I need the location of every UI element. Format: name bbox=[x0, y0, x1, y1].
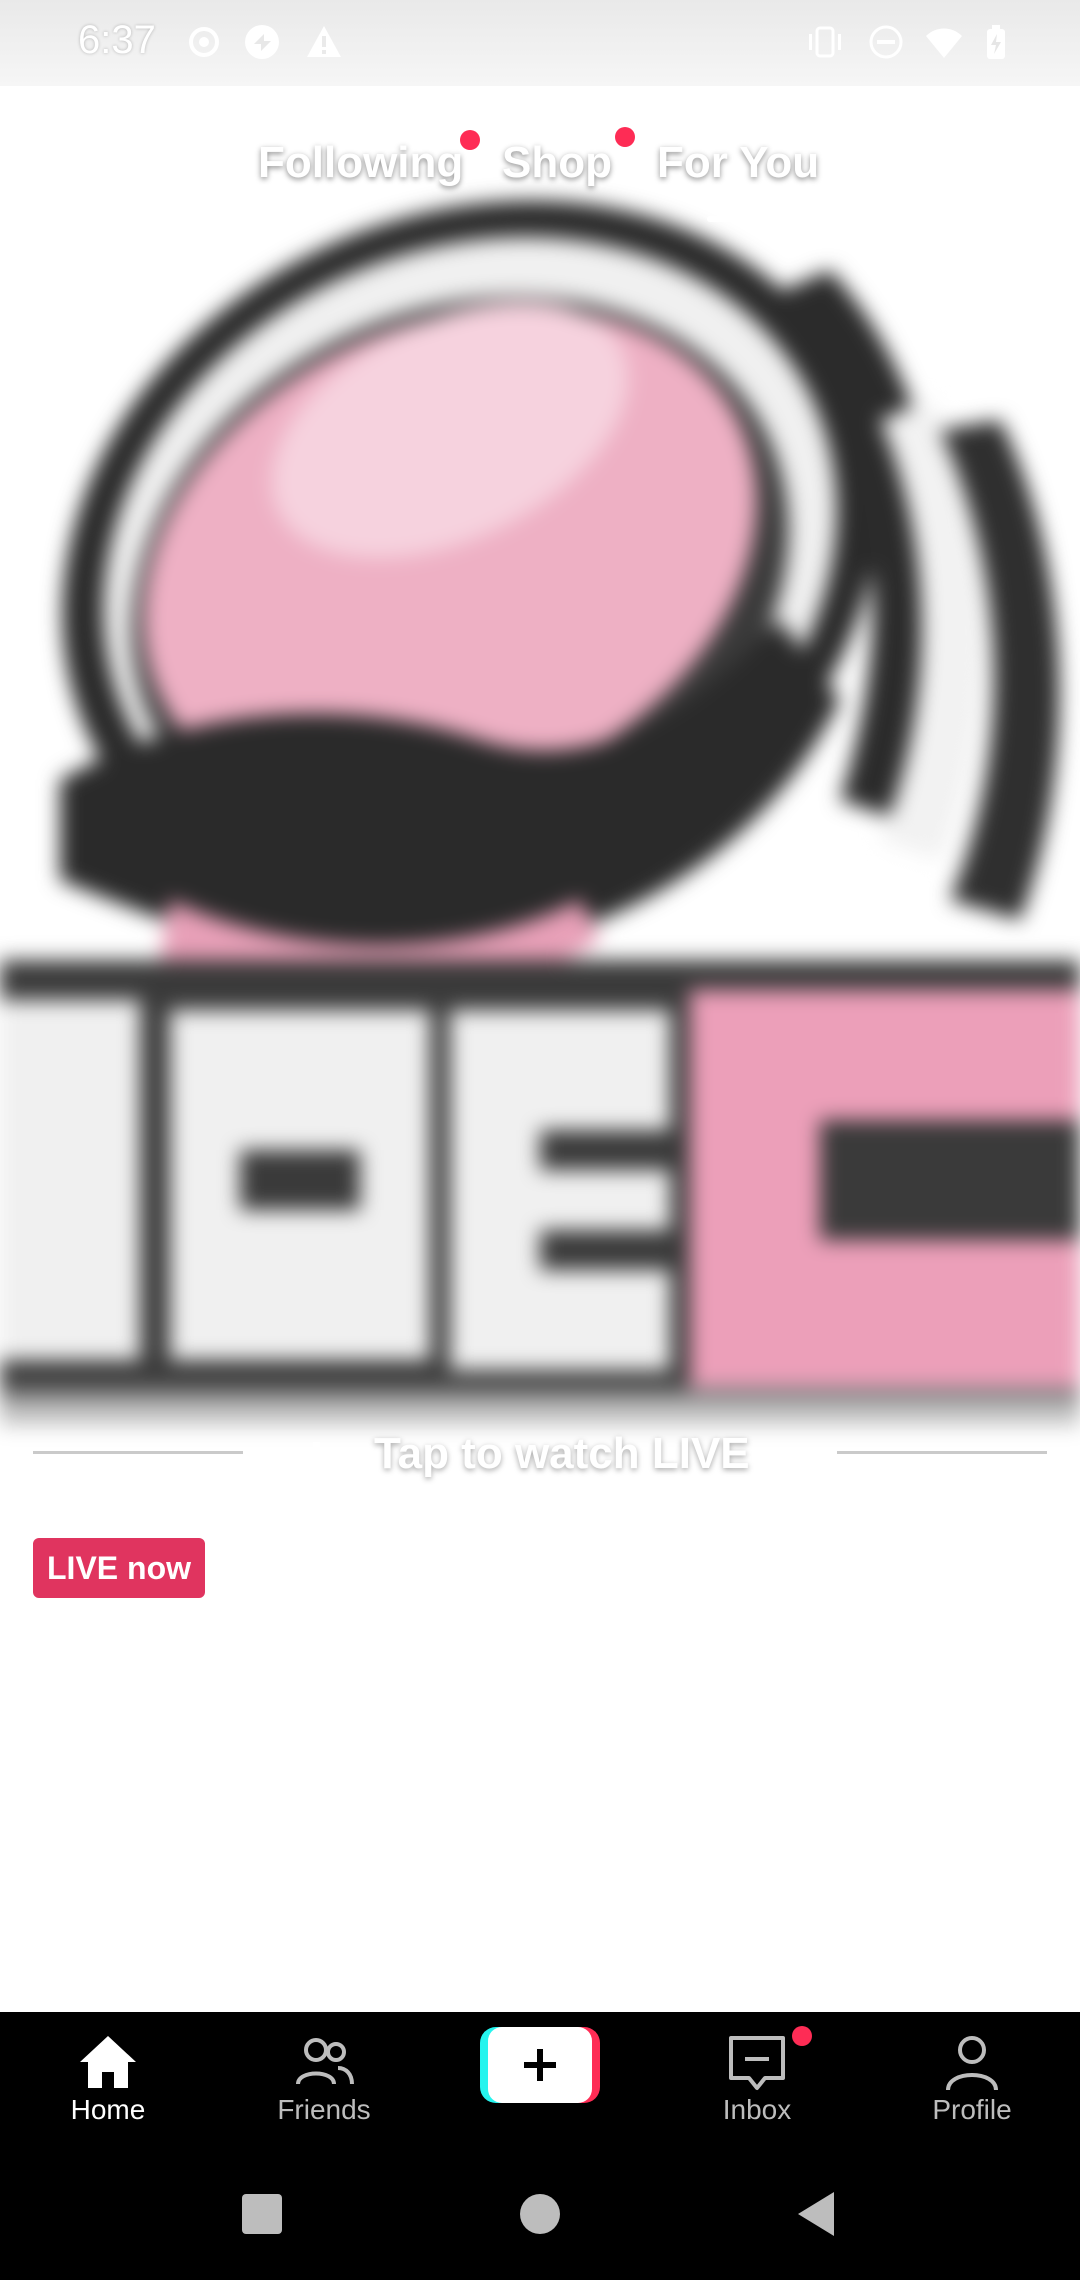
status-time: 6:37 bbox=[78, 18, 156, 62]
wifi-icon bbox=[926, 28, 962, 58]
nav-inbox-label: Inbox bbox=[722, 2094, 792, 2125]
nav-friends[interactable]: Friends bbox=[224, 2012, 424, 2150]
live-tv-button[interactable]: LIVE bbox=[40, 128, 116, 204]
inbox-notification-dot bbox=[792, 2026, 812, 2046]
nav-home[interactable]: Home bbox=[8, 2012, 208, 2150]
nav-profile-label: Profile bbox=[932, 2094, 1012, 2125]
plus-icon bbox=[480, 2027, 600, 2103]
recents-button[interactable] bbox=[240, 2192, 284, 2236]
inbox-icon bbox=[729, 2036, 785, 2090]
tab-shop[interactable]: Shop bbox=[502, 138, 612, 188]
blurred-logo-artwork bbox=[0, 200, 1080, 1520]
live-preview-background[interactable] bbox=[0, 0, 1080, 2012]
status-bar: 6:37 bbox=[0, 0, 1080, 86]
vibrate-icon bbox=[809, 26, 841, 58]
divider-right bbox=[837, 1451, 1047, 1454]
back-button[interactable] bbox=[794, 2190, 838, 2238]
shop-notification-dot bbox=[615, 127, 635, 147]
live-bars-icon bbox=[313, 1442, 346, 1470]
active-tab-indicator bbox=[707, 216, 769, 222]
nav-inbox[interactable]: Inbox bbox=[657, 2012, 857, 2150]
home-icon bbox=[80, 2036, 136, 2088]
nav-friends-label: Friends bbox=[277, 2094, 371, 2125]
bottom-navigation: Home Friends Inbox Profile bbox=[0, 2012, 1080, 2280]
following-notification-dot bbox=[460, 130, 480, 150]
divider-left bbox=[33, 1451, 243, 1454]
create-button[interactable] bbox=[480, 2027, 600, 2103]
alert-icon bbox=[307, 26, 341, 57]
live-tv-text: LIVE bbox=[54, 161, 103, 186]
tap-to-watch-live-button[interactable]: Tap to watch LIVE bbox=[310, 1424, 750, 1484]
live-tv-icon: LIVE bbox=[43, 138, 113, 199]
profile-icon bbox=[946, 2036, 998, 2091]
watch-live-text: Tap to watch LIVE bbox=[374, 1429, 750, 1478]
search-button[interactable] bbox=[968, 134, 1038, 204]
dnd-icon bbox=[869, 25, 903, 59]
nav-home-label: Home bbox=[70, 2094, 146, 2125]
live-now-badge: LIVE now bbox=[33, 1538, 205, 1598]
battery-icon bbox=[987, 25, 1005, 59]
top-navigation: LIVE Following Shop For You bbox=[0, 120, 1080, 240]
record-icon bbox=[189, 27, 219, 57]
nav-profile[interactable]: Profile bbox=[872, 2012, 1072, 2150]
tab-for-you[interactable]: For You bbox=[657, 138, 819, 188]
tab-following[interactable]: Following bbox=[258, 138, 463, 188]
sync-icon bbox=[245, 25, 279, 59]
friends-icon bbox=[296, 2038, 354, 2085]
search-icon bbox=[973, 139, 1034, 200]
system-home-button[interactable] bbox=[518, 2192, 562, 2236]
